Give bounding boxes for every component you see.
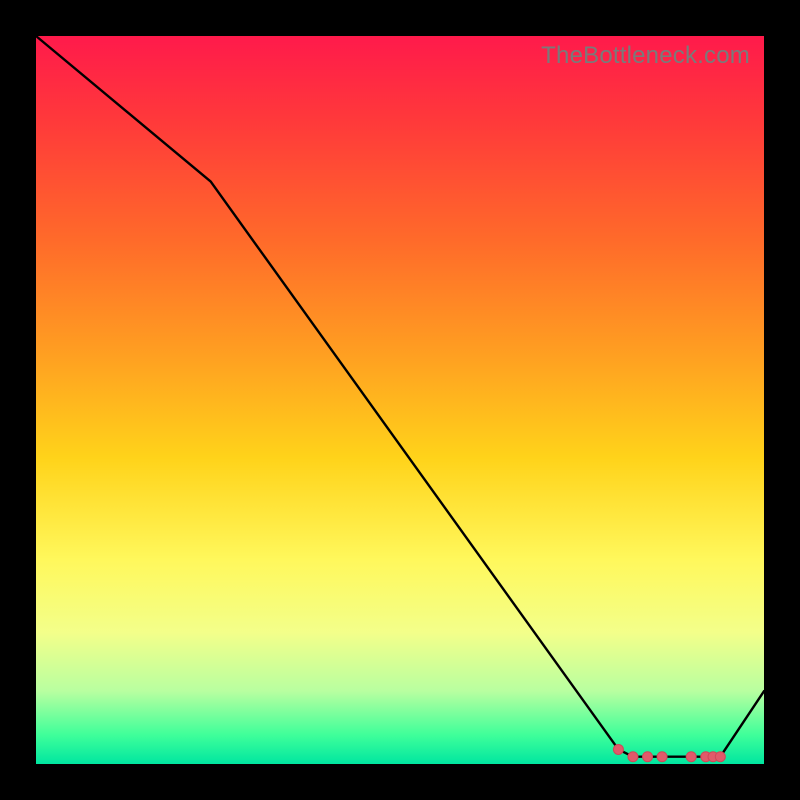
data-marker: [643, 752, 653, 762]
data-marker: [628, 752, 638, 762]
plot-area: TheBottleneck.com: [36, 36, 764, 764]
data-marker: [715, 752, 725, 762]
data-markers: [613, 744, 725, 761]
data-marker: [686, 752, 696, 762]
chart-frame: TheBottleneck.com: [0, 0, 800, 800]
data-line: [36, 36, 764, 757]
data-marker: [613, 744, 623, 754]
chart-overlay: [36, 36, 764, 764]
data-marker: [657, 752, 667, 762]
